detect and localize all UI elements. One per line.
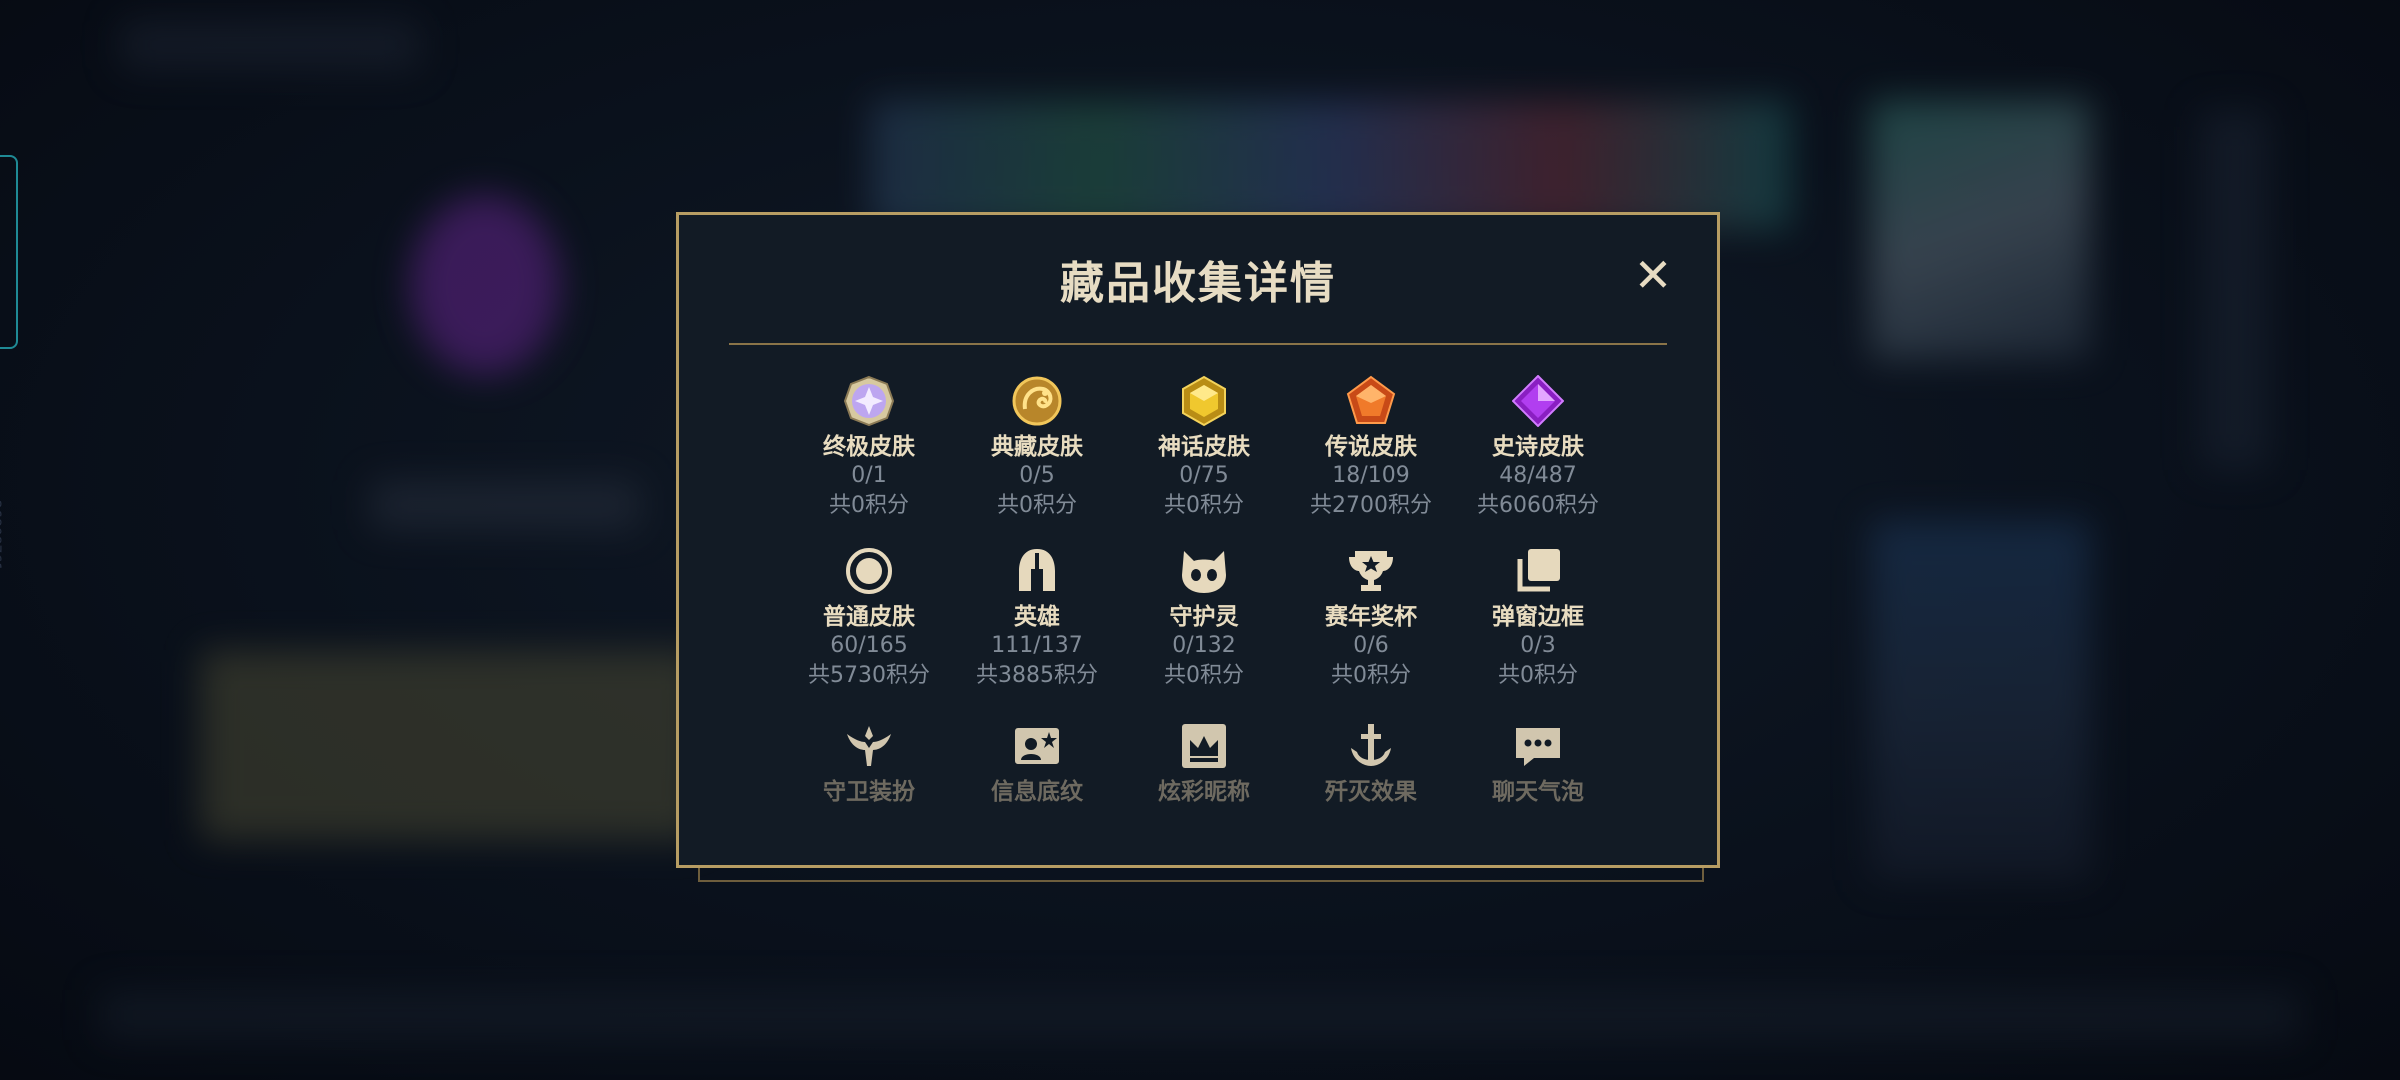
- item-points: 共2700积分: [1310, 493, 1432, 518]
- item-count: 0/5: [1019, 463, 1055, 488]
- item-name: 守护灵: [1169, 604, 1239, 630]
- item-points: 共6060积分: [1477, 493, 1599, 518]
- item-count: 0/6: [1353, 633, 1389, 658]
- item-count: 0/75: [1179, 463, 1229, 488]
- collection-item-ultimate[interactable]: 终极皮肤 0/1 共0积分: [794, 375, 944, 521]
- collection-item-trophy[interactable]: 赛年奖杯 0/6 共0积分: [1296, 545, 1446, 691]
- epic-skin-gem-icon: [1512, 375, 1564, 427]
- dialog-title: 藏品收集详情: [1060, 258, 1336, 309]
- background-header: [120, 20, 420, 70]
- item-name: 典藏皮肤: [991, 434, 1083, 460]
- common-skin-ring-icon: [846, 548, 892, 594]
- close-button[interactable]: ✕: [1633, 252, 1673, 298]
- background-name: [370, 480, 640, 530]
- item-name: 聊天气泡: [1492, 779, 1584, 805]
- guardian-creature-icon: [1182, 551, 1226, 593]
- item-points: 共0积分: [1498, 663, 1578, 688]
- mythic-skin-gem-icon: [1182, 375, 1226, 427]
- background-art-lower: [1870, 520, 2090, 880]
- item-count: 48/487: [1499, 463, 1577, 488]
- legendary-skin-gem-icon: [1346, 375, 1396, 424]
- collection-item-chat-bubble[interactable]: 聊天气泡: [1463, 720, 1613, 806]
- item-name: 神话皮肤: [1158, 434, 1250, 460]
- side-tab[interactable]: [0, 155, 18, 349]
- item-count: 60/165: [830, 633, 908, 658]
- item-name: 信息底纹: [991, 779, 1083, 805]
- item-points: 共0积分: [1164, 663, 1244, 688]
- anchor-effect-icon: [1351, 724, 1391, 766]
- collection-item-legendary[interactable]: 传说皮肤 18/109 共2700积分: [1296, 375, 1446, 521]
- item-points: 共5730积分: [808, 663, 930, 688]
- background-card: [200, 650, 700, 840]
- collection-item-champions[interactable]: 英雄 111/137 共3885积分: [962, 545, 1112, 691]
- collection-item-ward[interactable]: 守卫装扮: [794, 720, 944, 806]
- collection-item-guardian[interactable]: 守护灵 0/132 共0积分: [1129, 545, 1279, 691]
- title-divider: [729, 343, 1667, 345]
- trophy-icon: [1349, 551, 1393, 591]
- item-points: 共0积分: [1164, 493, 1244, 518]
- item-points: 共0积分: [1331, 663, 1411, 688]
- prestige-skin-dragon-icon: [1012, 376, 1062, 426]
- item-points: 共3885积分: [976, 663, 1098, 688]
- item-name: 传说皮肤: [1325, 434, 1417, 460]
- item-count: 0/1: [851, 463, 887, 488]
- collection-item-prestige[interactable]: 典藏皮肤 0/5 共0积分: [962, 375, 1112, 521]
- item-name: 赛年奖杯: [1325, 604, 1417, 630]
- collection-item-epic[interactable]: 史诗皮肤 48/487 共6060积分: [1463, 375, 1613, 521]
- frame-stack-icon: [1517, 549, 1560, 592]
- item-count: 18/109: [1332, 463, 1410, 488]
- side-id-text: 26808761: [0, 500, 3, 572]
- item-count: 111/137: [991, 633, 1083, 658]
- profile-banner-icon: [1015, 728, 1059, 764]
- collection-item-mythic[interactable]: 神话皮肤 0/75 共0积分: [1129, 375, 1279, 521]
- item-name: 炫彩昵称: [1158, 779, 1250, 805]
- collection-item-banner[interactable]: 信息底纹: [962, 720, 1112, 806]
- background-footer: [100, 990, 2300, 1040]
- item-name: 歼灭效果: [1325, 779, 1417, 805]
- background-avatar: [410, 195, 560, 375]
- background-right-rail: [2200, 110, 2270, 470]
- item-name: 史诗皮肤: [1492, 434, 1584, 460]
- item-points: 共0积分: [829, 493, 909, 518]
- background-skin-strip: [870, 100, 1790, 230]
- dialog-shadow: [698, 868, 1704, 882]
- ward-skin-icon: [847, 726, 891, 766]
- item-name: 弹窗边框: [1492, 604, 1584, 630]
- item-count: 0/3: [1520, 633, 1556, 658]
- collection-item-common[interactable]: 普通皮肤 60/165 共5730积分: [794, 545, 944, 691]
- ultimate-skin-gem-icon: [843, 375, 895, 427]
- collection-item-nameplate[interactable]: 炫彩昵称: [1129, 720, 1279, 806]
- item-count: 0/132: [1172, 633, 1236, 658]
- item-name: 终极皮肤: [823, 434, 915, 460]
- item-name: 普通皮肤: [823, 604, 915, 630]
- crown-nameplate-icon: [1182, 724, 1226, 768]
- chat-bubble-icon: [1516, 728, 1560, 766]
- helmet-icon: [1019, 549, 1055, 591]
- collection-item-effect[interactable]: 歼灭效果: [1296, 720, 1446, 806]
- collection-item-frame[interactable]: 弹窗边框 0/3 共0积分: [1463, 545, 1613, 691]
- item-name: 英雄: [1014, 604, 1060, 630]
- collection-details-dialog: 藏品收集详情 ✕ 终极皮肤 0/1 共0积分 典藏皮肤 0/5 共0积分 神话皮…: [676, 212, 1720, 868]
- background-art: [1870, 100, 2090, 360]
- item-name: 守卫装扮: [823, 779, 915, 805]
- item-points: 共0积分: [997, 493, 1077, 518]
